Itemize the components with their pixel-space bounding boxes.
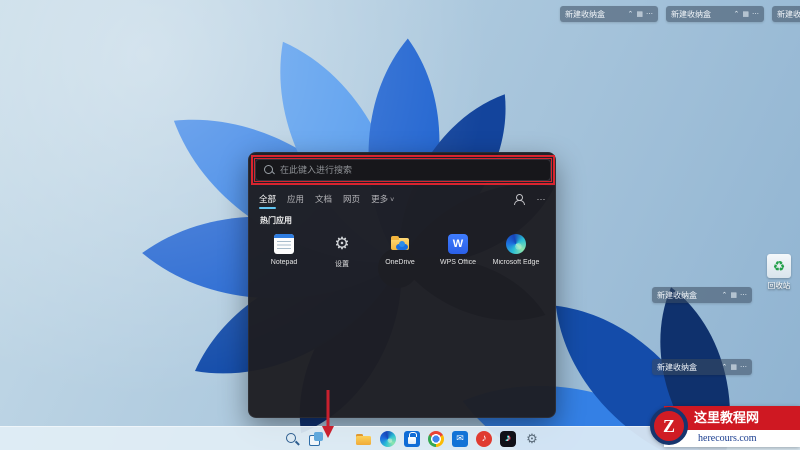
tab-more[interactable]: 更多 ˅ — [371, 193, 394, 205]
storage-box[interactable]: 新建收纳盒 ⌃ ▦ ⋯ — [652, 359, 752, 375]
recycle-bin-label: 回收站 — [767, 281, 791, 290]
taskbar-chrome-icon[interactable] — [428, 430, 444, 447]
app-label: Notepad — [270, 259, 298, 266]
storage-box-title: 新建收纳盒 — [777, 9, 800, 19]
more-options-icon[interactable]: ⋯ — [535, 193, 547, 205]
taskbar-music-icon[interactable]: ♪ — [476, 430, 492, 447]
more-icon[interactable]: ⋯ — [740, 364, 747, 371]
chevron-down-icon: ˅ — [390, 197, 395, 204]
pointer-arrow-annotation — [322, 390, 334, 438]
storage-box-title: 新建收纳盒 — [657, 290, 697, 300]
desktop: 新建收纳盒 ⌃ ▦ ⋯ 新建收纳盒 ⌃ ▦ ⋯ 新建收纳盒 ⌃ ▦ ⋯ 新建收纳… — [0, 0, 800, 450]
storage-box-title: 新建收纳盒 — [657, 362, 697, 372]
search-box[interactable] — [255, 159, 551, 181]
search-filter-tabs: 全部 应用 文档 网页 更多 ˅ ⋯ — [259, 191, 547, 209]
account-icon[interactable] — [512, 193, 525, 205]
taskbar-tiktok-icon[interactable]: ♪ — [500, 430, 516, 447]
app-label: Microsoft Edge — [492, 259, 540, 266]
taskbar-store-icon[interactable] — [404, 430, 420, 447]
music-note-icon: ♪ — [505, 433, 511, 444]
app-tile-wps-office[interactable]: W WPS Office — [431, 229, 485, 273]
storage-box[interactable]: 新建收纳盒 ⌃ ▦ ⋯ — [772, 6, 800, 22]
section-title: 热门应用 — [260, 216, 292, 225]
taskbar-mail-icon[interactable]: ✉ — [452, 430, 468, 447]
app-tile-settings[interactable]: ⚙ 设置 — [315, 229, 369, 273]
watermark: 这里教程网 herecours.com Z — [650, 406, 800, 448]
music-note-icon: ♪ — [481, 433, 487, 444]
collapse-icon[interactable]: ⌃ — [734, 11, 740, 18]
collapse-icon[interactable]: ⌃ — [628, 11, 634, 18]
app-tile-notepad[interactable]: Notepad — [257, 229, 311, 273]
taskbar-edge-icon[interactable] — [380, 430, 396, 447]
tab-apps[interactable]: 应用 — [287, 193, 304, 205]
app-label: 设置 — [335, 261, 349, 268]
taskbar-search-button[interactable] — [284, 431, 300, 447]
edge-icon — [506, 234, 526, 254]
wps-office-icon: W — [448, 234, 468, 254]
search-icon — [263, 164, 275, 176]
tab-web[interactable]: 网页 — [343, 193, 360, 205]
taskbar-file-explorer-icon[interactable] — [356, 431, 372, 447]
grid-icon[interactable]: ▦ — [636, 11, 643, 18]
tab-all[interactable]: 全部 — [259, 193, 277, 209]
app-label: OneDrive — [385, 259, 415, 266]
envelope-icon: ✉ — [456, 433, 464, 443]
storage-box[interactable]: 新建收纳盒 ⌃ ▦ ⋯ — [652, 287, 752, 303]
taskbar-start-button[interactable] — [260, 431, 276, 447]
tab-documents[interactable]: 文档 — [315, 193, 332, 205]
app-tile-edge[interactable]: Microsoft Edge — [489, 229, 543, 273]
taskbar-settings-icon[interactable]: ⚙ — [524, 431, 540, 447]
collapse-icon[interactable]: ⌃ — [722, 292, 728, 299]
more-icon[interactable]: ⋯ — [740, 292, 747, 299]
more-icon[interactable]: ⋯ — [752, 11, 759, 18]
search-panel: 全部 应用 文档 网页 更多˅ ⋯ 热门应用 Notepad ⚙ 设置 OneD… — [248, 152, 556, 418]
storage-box[interactable]: 新建收纳盒 ⌃ ▦ ⋯ — [666, 6, 764, 22]
storage-box-title: 新建收纳盒 — [671, 9, 711, 19]
top-apps-row: Notepad ⚙ 设置 OneDrive W WPS Office Micro… — [257, 229, 543, 273]
recycle-bin-icon: ♻ — [767, 254, 791, 278]
grid-icon[interactable]: ▦ — [742, 11, 749, 18]
recycle-bin-shortcut[interactable]: ♻ 回收站 — [756, 254, 800, 291]
storage-box[interactable]: 新建收纳盒 ⌃ ▦ ⋯ — [560, 6, 658, 22]
search-input[interactable] — [280, 165, 550, 175]
watermark-logo: Z — [650, 407, 688, 445]
onedrive-icon — [390, 234, 410, 254]
grid-icon[interactable]: ▦ — [730, 292, 737, 299]
collapse-icon[interactable]: ⌃ — [722, 364, 728, 371]
settings-gear-icon: ⚙ — [334, 234, 350, 253]
app-tile-onedrive[interactable]: OneDrive — [373, 229, 427, 273]
storage-box-title: 新建收纳盒 — [565, 9, 605, 19]
grid-icon[interactable]: ▦ — [730, 364, 737, 371]
app-label: WPS Office — [439, 259, 477, 266]
gear-icon: ⚙ — [526, 430, 538, 446]
more-icon[interactable]: ⋯ — [646, 11, 653, 18]
notepad-icon — [274, 234, 294, 254]
